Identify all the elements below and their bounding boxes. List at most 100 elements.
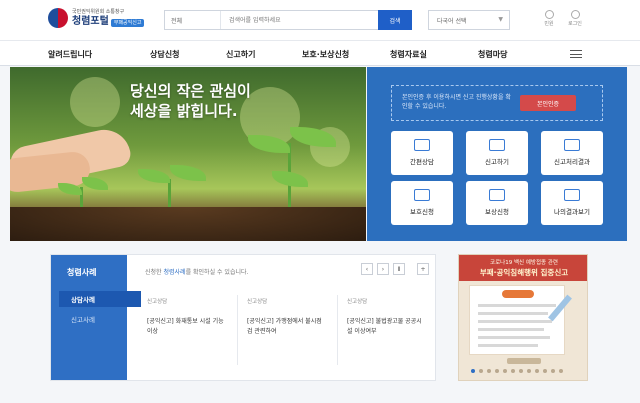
pagination-dot[interactable]: [471, 369, 475, 373]
pagination-dot[interactable]: [559, 369, 563, 373]
tile-easy-consult[interactable]: 간편상담: [391, 131, 453, 175]
logo-title: 청렴포털 부패공익신고: [72, 16, 145, 27]
logo-badge: 부패공익신고: [110, 18, 145, 27]
language-select-label: 다국어 선택: [437, 17, 467, 25]
service-panel: 본인인증 후 이용하시면 신고 진행상황을 확인할 수 있습니다. 본인인증 간…: [367, 67, 627, 241]
pagination-dot[interactable]: [479, 369, 483, 373]
leaf-illustration: [82, 177, 108, 190]
leaf-illustration: [272, 171, 308, 187]
case-category: 신고상담: [147, 299, 168, 305]
pagination-dot[interactable]: [527, 369, 531, 373]
pause-button[interactable]: Ⅱ: [393, 263, 405, 275]
case-card[interactable]: 신고상담 [공익신고] 가맹점에서 불시점검 관련하여: [247, 297, 327, 336]
banner-subtitle: 코로나19 백신 예방접종 관련: [490, 260, 558, 266]
case-category: 신고상담: [247, 299, 268, 305]
chevron-down-icon: ▼: [498, 16, 503, 23]
banner-text-line: [478, 328, 544, 331]
monitor-icon: [564, 139, 580, 151]
prev-button[interactable]: ‹: [361, 263, 373, 275]
cases-hint: 신청한 청렴사례를 확인하실 수 있습니다.: [145, 269, 249, 276]
search-category-select[interactable]: 전체: [165, 11, 221, 29]
screen-icon: [564, 189, 580, 201]
reward-icon: [489, 189, 505, 201]
government-emblem-icon: [48, 8, 68, 28]
verification-message: 본인인증 후 이용하시면 신고 진행상황을 확인할 수 있습니다.: [402, 94, 511, 110]
tile-report[interactable]: 신고하기: [466, 131, 528, 175]
search-button[interactable]: 검색: [378, 10, 412, 30]
leaf-illustration: [138, 169, 170, 183]
pagination-dot[interactable]: [543, 369, 547, 373]
tile-protection[interactable]: 보호신청: [391, 181, 453, 225]
logo-subtitle: 국민권익위원회 소통창구: [72, 8, 125, 15]
document-icon: [544, 10, 554, 19]
tile-label: 나의결과보기: [554, 208, 590, 216]
tile-label: 간편상담: [410, 158, 434, 166]
banner-tag: [502, 290, 534, 298]
tab-consult-cases[interactable]: 상담사례: [59, 291, 141, 307]
user-icon: [570, 10, 580, 19]
banner-pagination: [471, 369, 563, 373]
main-navigation: 알려드립니다 상담신청 신고하기 보호·보상신청 청렴자료실 청렴마당: [0, 40, 640, 66]
banner-text-line: [478, 312, 548, 315]
cases-hint-link[interactable]: 청렴사례: [163, 269, 185, 276]
nav-item-notice[interactable]: 알려드립니다: [48, 49, 92, 60]
next-button[interactable]: ›: [377, 263, 389, 275]
pagination-dot[interactable]: [535, 369, 539, 373]
banner-text-line: [478, 304, 556, 307]
pagination-dot[interactable]: [495, 369, 499, 373]
util-label: 민원: [544, 21, 554, 27]
pagination-dot[interactable]: [551, 369, 555, 373]
pagination-dot[interactable]: [511, 369, 515, 373]
nav-item-protection[interactable]: 보호·보상신청: [302, 49, 349, 60]
language-select[interactable]: 다국어 선택 ▼: [428, 10, 510, 30]
bokeh-decoration: [70, 77, 120, 127]
cases-section: 청렴사례 상담사례 신고사례 신청한 청렴사례를 확인하실 수 있습니다. ‹ …: [50, 254, 436, 381]
util-label: 로그인: [568, 21, 582, 27]
pagination-dot[interactable]: [487, 369, 491, 373]
report-icon: [489, 139, 505, 151]
case-card[interactable]: 신고상담 [공익신고] 화재통보 시설 기능 이상: [147, 297, 227, 336]
verify-button[interactable]: 본인인증: [520, 95, 576, 111]
civil-petition-link[interactable]: 민원: [540, 10, 558, 27]
header: 국민권익위원회 소통창구 청렴포털부패공익신고 전체 검색 다국어 선택 ▼ 민…: [0, 0, 640, 40]
leaf-illustration: [170, 165, 206, 181]
tile-label: 신고하기: [485, 158, 509, 166]
tile-label: 보상신청: [485, 208, 509, 216]
pagination-dot[interactable]: [519, 369, 523, 373]
banner-text-line: [478, 320, 552, 323]
hero-title: 당신의 작은 관심이 세상을 밝힙니다.: [130, 82, 251, 121]
soil-illustration: [10, 207, 366, 241]
nav-item-consult[interactable]: 상담신청: [150, 49, 179, 60]
logo-text: 국민권익위원회 소통창구 청렴포털 부패공익신고: [72, 8, 145, 27]
site-logo[interactable]: 국민권익위원회 소통창구 청렴포털 부패공익신고: [48, 8, 145, 28]
promo-banner[interactable]: 코로나19 백신 예방접종 관련 부패·공익침해행위 집중신고: [458, 254, 588, 381]
case-title: [공익신고] 가맹점에서 불시점검 관련하여: [247, 318, 322, 335]
cases-title: 청렴사례: [67, 268, 97, 277]
login-link[interactable]: 로그인: [566, 10, 584, 27]
case-title: [공익신고] 불법광고물 공공시설 이상여부: [347, 318, 422, 335]
shield-icon: [414, 189, 430, 201]
search-bar: 전체: [164, 10, 412, 30]
tile-label: 보호신청: [410, 208, 434, 216]
tile-report-result[interactable]: 신고처리결과: [541, 131, 603, 175]
agency-logo-icon: [507, 358, 541, 364]
tile-reward[interactable]: 보상신청: [466, 181, 528, 225]
tile-my-results[interactable]: 나의결과보기: [541, 181, 603, 225]
tile-label: 신고처리결과: [554, 158, 590, 166]
tab-report-cases[interactable]: 신고사례: [59, 311, 141, 327]
chat-icon: [414, 139, 430, 151]
divider: [237, 295, 238, 365]
case-card[interactable]: 신고상담 [공익신고] 불법광고물 공공시설 이상여부: [347, 297, 427, 336]
menu-icon[interactable]: [570, 50, 582, 58]
more-button[interactable]: +: [417, 263, 429, 275]
case-title: [공익신고] 화재통보 시설 기능 이상: [147, 318, 224, 335]
banner-text-line: [478, 344, 538, 347]
pagination-dot[interactable]: [503, 369, 507, 373]
hero-banner: 당신의 작은 관심이 세상을 밝힙니다.: [10, 67, 366, 241]
divider: [337, 295, 338, 365]
nav-item-library[interactable]: 청렴자료실: [390, 49, 427, 60]
banner-text-line: [478, 336, 550, 339]
nav-item-report[interactable]: 신고하기: [226, 49, 255, 60]
banner-header: 코로나19 백신 예방접종 관련 부패·공익침해행위 집중신고: [459, 255, 587, 281]
nav-item-forum[interactable]: 청렴마당: [478, 49, 507, 60]
